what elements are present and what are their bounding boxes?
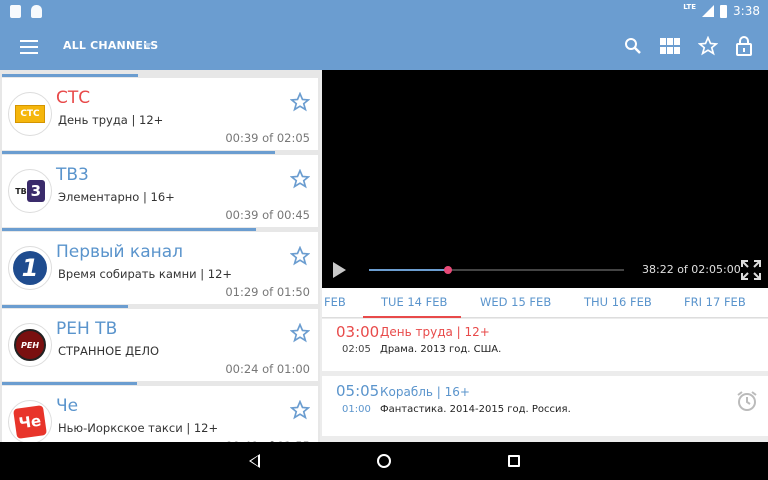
date-tabs: FEB TUE 14 FEB WED 15 FEB THU 16 FEB FRI… [322,288,768,318]
alarm-clock-icon[interactable] [736,390,758,412]
channel-row[interactable]: СТС СТС День труда | 12+ 00:39 of 02:05 [2,78,318,150]
seek-bar-fill [369,269,449,271]
logo-text: СТС [15,105,45,123]
channel-row[interactable]: РЕН РЕН ТВ СТРАННОЕ ДЕЛО 00:24 of 01:00 [2,309,318,381]
channel-progress-bar [2,382,137,385]
program-time: 05:05 [336,382,380,400]
channel-progress-bar [2,305,128,308]
search-icon[interactable] [624,37,642,55]
channel-name: ТВ3 [56,165,89,185]
channel-row[interactable]: 1 Первый канал Время собирать камни | 12+ 0… [2,232,318,304]
dropdown-caret-icon[interactable] [144,43,152,48]
app-bar: ALL CHANNELS [0,24,768,70]
program-duration: 01:00 [342,404,371,415]
favorites-star-icon[interactable] [698,36,718,56]
active-tab-indicator [363,316,461,318]
lock-icon[interactable] [736,36,752,56]
recent-apps-icon[interactable] [508,455,520,467]
channel-name: РЕН ТВ [56,319,118,339]
program-description: Фантастика. 2014-2015 год. Россия. [380,404,571,415]
tab-date-0[interactable]: FEB [324,295,346,309]
channel-progress-bar [2,151,275,154]
channel-logo: РЕН [8,323,52,367]
home-icon[interactable] [377,454,391,468]
program-item[interactable]: 05:05 Корабль | 16+ 01:00 Фантастика. 20… [322,376,768,436]
favorite-star-icon[interactable] [290,246,310,266]
playback-time: 38:22 of 02:05:00 [642,263,741,276]
program-item[interactable]: 03:00 День труда | 12+ 02:05 Драма. 2013… [322,319,768,371]
program-title: Корабль | 16+ [380,385,470,399]
logo-text: 1 [13,251,47,285]
fullscreen-icon[interactable] [741,260,761,280]
current-show: Элементарно | 16+ [58,190,175,204]
play-icon[interactable] [333,262,346,278]
current-show: Время собирать камни | 12+ [58,267,233,281]
current-show: День труда | 12+ [58,113,164,127]
navigation-bar [0,442,768,480]
battery-icon [720,4,728,18]
program-duration: 02:05 [342,344,371,355]
signal-icon [702,5,715,17]
show-progress-time: 01:29 of 01:50 [225,285,310,299]
sd-card-icon [10,5,21,18]
seek-thumb[interactable] [444,266,453,274]
favorite-star-icon[interactable] [290,323,310,343]
seek-bar[interactable] [369,266,624,274]
status-bar: LTE 3:38 [0,0,768,24]
favorite-star-icon[interactable] [290,400,310,420]
program-time: 03:00 [336,323,380,341]
logo-glyph: 3 [26,180,45,202]
back-icon[interactable] [249,454,260,468]
favorite-star-icon[interactable] [290,92,310,112]
channel-name: СТС [56,88,91,108]
network-type: LTE [683,3,697,11]
list-progress-top [2,74,138,77]
channel-name: Первый канал [56,242,184,262]
channel-logo: ТВ 3 [8,169,52,213]
tab-date-2[interactable]: WED 15 FEB [480,295,551,309]
current-show: Нью-Иоркское такси | 12+ [58,421,219,435]
program-description: Драма. 2013 год. США. [380,344,502,355]
tab-date-1[interactable]: TUE 14 FEB [381,295,447,309]
android-icon [31,5,42,18]
tab-date-4[interactable]: FRI 17 FEB [684,295,746,309]
logo-text: РЕН [14,329,46,361]
grid-view-icon[interactable] [660,38,680,54]
show-progress-time: 00:39 of 02:05 [225,131,310,145]
channel-logo: СТС [8,92,52,136]
channel-progress-bar [2,228,256,231]
program-title: День труда | 12+ [380,325,490,339]
channel-logo: Че [8,400,52,442]
logo-text: Че [13,405,47,439]
video-player[interactable]: 38:22 of 02:05:00 [322,70,768,288]
channel-list: СТС СТС День труда | 12+ 00:39 of 02:05 ТВ 3 Т… [0,70,320,442]
channel-row[interactable]: ТВ 3 ТВ3 Элементарно | 16+ 00:39 of 00:45 [2,155,318,227]
channel-row[interactable]: ЧеЧеНью-Иоркское такси | 12+00:49 of 01:… [2,386,318,442]
show-progress-time: 00:24 of 01:00 [225,362,310,376]
tab-date-3[interactable]: THU 16 FEB [584,295,652,309]
favorite-star-icon[interactable] [290,169,310,189]
clock: 3:38 [733,4,760,18]
current-show: СТРАННОЕ ДЕЛО [58,344,160,358]
show-progress-time: 00:39 of 00:45 [225,208,310,222]
channel-logo: 1 [8,246,52,290]
logo-text: ТВ [15,186,27,196]
menu-icon[interactable] [20,40,38,54]
channel-name: Че [56,396,79,416]
